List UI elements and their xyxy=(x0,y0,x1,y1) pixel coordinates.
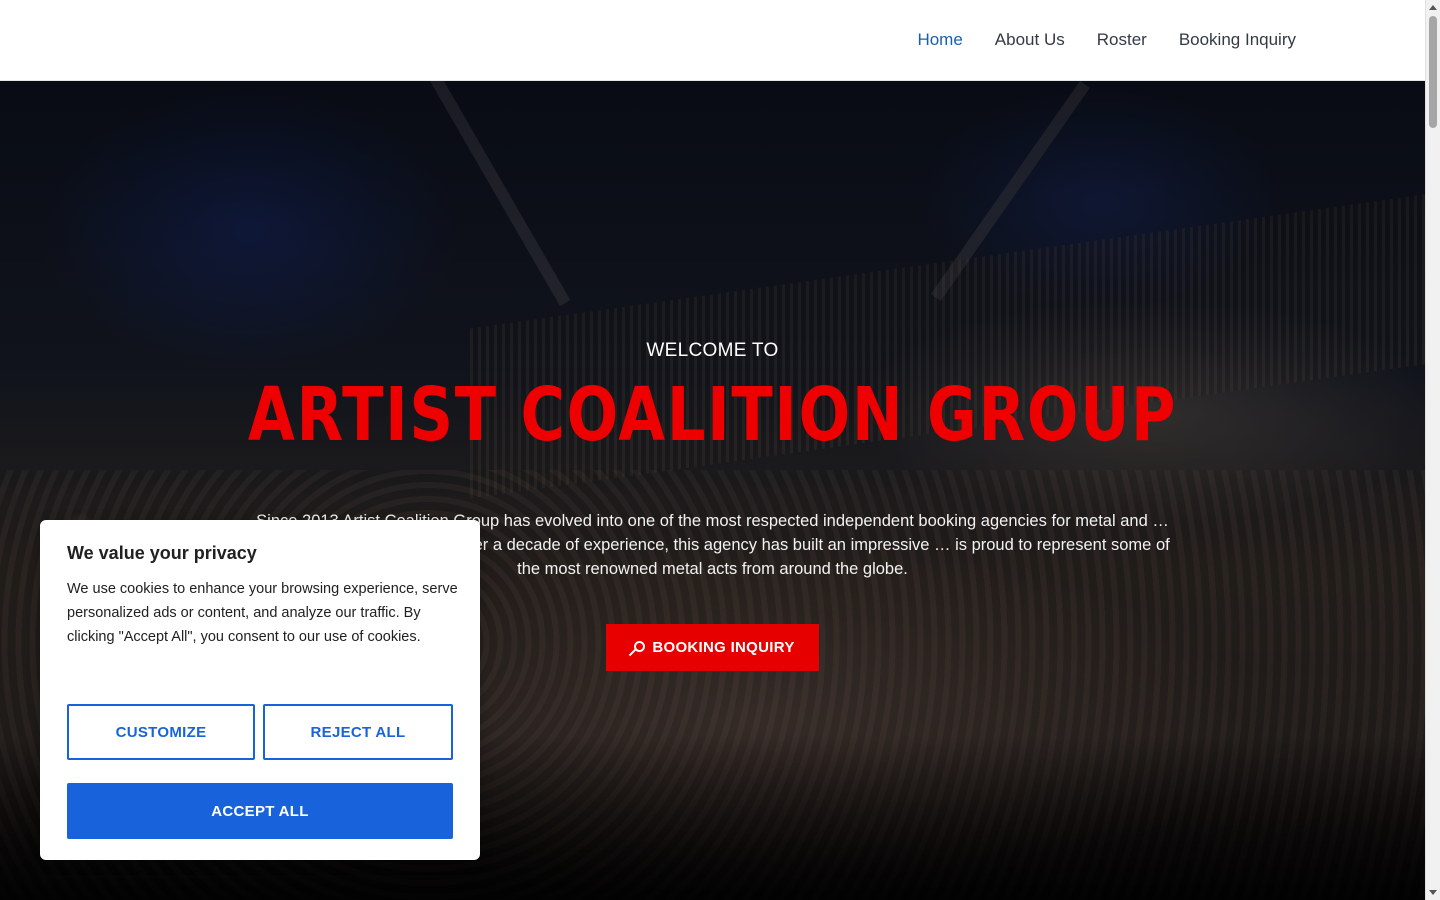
nav-home[interactable]: Home xyxy=(917,29,962,51)
scroll-up-arrow-icon[interactable] xyxy=(1429,5,1437,10)
page-scrollbar[interactable] xyxy=(1425,0,1440,900)
nav-booking-inquiry[interactable]: Booking Inquiry xyxy=(1179,29,1296,51)
hero-welcome-text: WELCOME TO xyxy=(646,340,779,361)
main-nav: Home About Us Roster Booking Inquiry xyxy=(917,29,1296,51)
booking-inquiry-button[interactable]: BOOKING INQUIRY xyxy=(606,624,819,671)
microphone-icon xyxy=(630,640,646,656)
nav-about-us[interactable]: About Us xyxy=(995,29,1065,51)
scrollbar-thumb[interactable] xyxy=(1429,16,1437,128)
nav-roster[interactable]: Roster xyxy=(1097,29,1147,51)
customize-button[interactable]: CUSTOMIZE xyxy=(67,704,255,760)
cookie-consent-banner: We value your privacy We use cookies to … xyxy=(40,520,480,860)
scroll-down-arrow-icon[interactable] xyxy=(1429,890,1437,895)
cookie-banner-text: We use cookies to enhance your browsing … xyxy=(67,581,458,645)
reject-all-button[interactable]: REJECT ALL xyxy=(263,704,453,760)
site-header: Home About Us Roster Booking Inquiry xyxy=(0,0,1425,81)
accept-all-button[interactable]: ACCEPT ALL xyxy=(67,783,453,839)
hero-title: ARTIST COALITION GROUP xyxy=(247,372,1178,458)
booking-inquiry-button-label: BOOKING INQUIRY xyxy=(652,639,795,656)
cookie-banner-title: We value your privacy xyxy=(67,543,257,563)
